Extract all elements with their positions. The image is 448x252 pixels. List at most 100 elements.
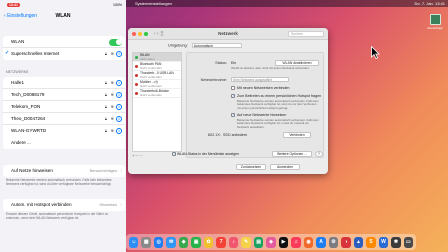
location-select[interactable]: Automatisch bbox=[191, 43, 242, 48]
dock-app-icon[interactable]: ◆ bbox=[178, 236, 189, 248]
dock-app-icon[interactable]: ▲ bbox=[353, 236, 364, 248]
dock: ☺ ▦ ◎ ✉ ◆ ▣ ✿ 7 ♪ ✎ ▤ ◈ ▶ ♫ ◉ A ⚙ ◑ ▲ S W ✱ ▭ bbox=[126, 234, 416, 250]
desktop-icon-label: Recordings bbox=[427, 26, 443, 30]
dock-app-icon[interactable]: ♪ bbox=[228, 236, 239, 248]
dock-app-icon[interactable]: A bbox=[316, 236, 326, 248]
network-row[interactable]: Halle1 🔒︎ ≋ i bbox=[3, 77, 125, 89]
network-row[interactable]: Theo_D0047264 🔒︎ ≋ i bbox=[3, 113, 125, 125]
other-network-label: Andere ... bbox=[11, 140, 31, 145]
eap-value: SSO anfordern bbox=[223, 133, 247, 137]
dock-app-icon[interactable]: ▣ bbox=[191, 236, 201, 248]
chevron-right-icon: › bbox=[120, 168, 122, 174]
menubar-app-name[interactable]: Systemeinstellungen bbox=[135, 1, 172, 6]
apply-button[interactable]: Anwenden bbox=[270, 164, 300, 170]
dock-app-icon[interactable]: ◈ bbox=[266, 236, 276, 248]
network-row[interactable]: Telekom_FON 🔒︎ ≋ i bbox=[3, 101, 125, 113]
show-in-menubar-checkbox[interactable]: ✓ bbox=[172, 152, 176, 157]
ipad-status-bar: 13:41 100% bbox=[4, 3, 124, 9]
networks-list: Halle1 🔒︎ ≋ i Tech_D0088179 🔒︎ ≋ i Telekom_FON 🔒︎… bbox=[3, 77, 125, 137]
lock-icon: 🔒︎ bbox=[104, 51, 107, 56]
service-status: Nicht verbunden bbox=[140, 92, 162, 97]
lock-icon: 🔒︎ bbox=[104, 116, 107, 121]
network-preferences-window: ‹ › ⣿ Netzwerk Suchen Umgebung: Automati… bbox=[128, 28, 328, 174]
dock-app-icon[interactable]: ▶ bbox=[278, 236, 289, 248]
checkmark-icon: ✓ bbox=[5, 51, 10, 56]
dock-app-icon[interactable]: ▭ bbox=[403, 236, 414, 248]
wifi-signal-icon: ≋ bbox=[110, 80, 114, 85]
mouse-cursor-icon bbox=[371, 46, 380, 59]
dock-app-icon[interactable]: ▦ bbox=[141, 236, 151, 248]
status-dot-icon bbox=[135, 65, 138, 68]
network-name: Tech_D0088179 bbox=[11, 92, 45, 97]
network-name-select[interactable]: Kein Netzwerk ausgewählt bbox=[231, 77, 289, 82]
dock-app-icon[interactable]: ✉ bbox=[166, 236, 176, 248]
hotspot-group: Autom. mit Hotspot verbinden Hinweisen › bbox=[3, 199, 125, 211]
ask-join-row[interactable]: Auf Netze hinweisen Benachrichtigen › bbox=[3, 165, 125, 177]
dock-app-icon[interactable]: 7 bbox=[216, 236, 226, 248]
dock-app-icon[interactable]: ☺ bbox=[129, 236, 139, 248]
auto-hotspot-row[interactable]: Autom. mit Hotspot verbinden Hinweisen › bbox=[3, 199, 125, 211]
dock-app-icon[interactable]: S bbox=[366, 236, 376, 248]
connected-network-name: Superschnelles Internet bbox=[11, 51, 60, 56]
other-network-row[interactable]: Andere ... bbox=[3, 137, 125, 149]
chevron-right-icon: › bbox=[120, 202, 122, 208]
help-button[interactable]: ? bbox=[315, 151, 323, 157]
notify-networks-label: Auf neue Netzwerke hinweisen bbox=[237, 113, 287, 117]
dock-app-icon[interactable]: ⚙ bbox=[328, 236, 339, 248]
info-icon[interactable]: i bbox=[116, 116, 122, 122]
desktop-folder-icon[interactable]: Recordings bbox=[427, 14, 443, 30]
network-row[interactable]: Tech_D0088179 🔒︎ ≋ i bbox=[3, 89, 125, 101]
ask-hotspot-note: Bekannte Netzwerke werden automatisch ve… bbox=[237, 99, 319, 110]
service-item[interactable]: Thunderb...0 USB LAN Nicht verbunden bbox=[133, 71, 181, 80]
dock-app-icon[interactable]: ✱ bbox=[391, 236, 401, 248]
wifi-signal-icon: ≋ bbox=[110, 116, 114, 121]
ask-join-value: Benachrichtigen bbox=[89, 169, 117, 173]
battery-status: 100% bbox=[113, 3, 122, 7]
dock-app-icon[interactable]: ◎ bbox=[153, 236, 164, 248]
info-icon[interactable]: i bbox=[116, 128, 122, 134]
info-icon[interactable]: i bbox=[116, 92, 122, 98]
wifi-signal-icon: ≋ bbox=[110, 128, 114, 133]
dock-app-icon[interactable]: ✎ bbox=[241, 236, 251, 248]
eap-label: 802.1X: bbox=[207, 133, 221, 137]
service-item[interactable]: Thunderbolt-Brücke Nicht verbunden bbox=[133, 89, 181, 98]
lock-icon: 🔒︎ bbox=[104, 104, 107, 109]
advanced-button[interactable]: Weitere Optionen ... bbox=[272, 151, 312, 157]
dock-app-icon[interactable]: ▤ bbox=[253, 236, 264, 248]
info-icon[interactable]: i bbox=[116, 104, 122, 110]
lock-icon: 🔒︎ bbox=[104, 128, 107, 133]
service-item[interactable]: Bluetooth PAN Nicht verbunden bbox=[133, 62, 181, 71]
auto-hotspot-label: Autom. mit Hotspot verbinden bbox=[11, 202, 72, 207]
window-titlebar: ‹ › ⣿ Netzwerk Suchen bbox=[128, 28, 328, 40]
dock-app-icon[interactable]: ✿ bbox=[203, 236, 214, 248]
menubar-clock[interactable]: Do. 7. Jan. 13:41 bbox=[415, 1, 445, 6]
join-new-checkbox[interactable] bbox=[231, 86, 235, 90]
ask-hotspot-checkbox[interactable]: ✓ bbox=[231, 94, 235, 98]
dock-app-icon[interactable]: ♫ bbox=[291, 236, 301, 248]
show-in-menubar-label: WLAN-Status in der Menüleiste anzeigen bbox=[176, 152, 239, 156]
ask-join-group: Auf Netze hinweisen Benachrichtigen › bbox=[3, 165, 125, 177]
info-icon[interactable]: i bbox=[116, 51, 122, 57]
eap-connect-button[interactable]: Verbinden bbox=[283, 132, 311, 138]
service-status: Verbunden bbox=[140, 56, 155, 61]
networks-header: NETZWERKE bbox=[6, 70, 29, 74]
service-item[interactable]: WLAN Verbunden bbox=[133, 53, 181, 62]
location-row: Umgebung: Automatisch bbox=[168, 43, 242, 48]
notify-networks-checkbox[interactable]: ✓ bbox=[231, 113, 235, 117]
search-input[interactable]: Suchen bbox=[288, 31, 324, 37]
wlan-toggle[interactable] bbox=[109, 38, 122, 46]
dock-app-icon[interactable]: W bbox=[378, 236, 389, 248]
folder-icon bbox=[429, 14, 441, 25]
info-icon[interactable]: i bbox=[116, 80, 122, 86]
status-dot-icon bbox=[135, 92, 138, 95]
wifi-signal-icon: ≋ bbox=[110, 104, 114, 109]
networks-group: Halle1 🔒︎ ≋ i Tech_D0088179 🔒︎ ≋ i Telekom_FON 🔒︎… bbox=[3, 77, 125, 149]
service-item[interactable]: Mobiler ...rt) Nicht verbunden bbox=[133, 80, 181, 89]
network-row[interactable]: WLAN-GYWRTD 🔒︎ ≋ i bbox=[3, 125, 125, 137]
ask-join-footnote: Bekannte Netzwerke werden automatisch ve… bbox=[6, 178, 112, 186]
dock-app-icon[interactable]: ◑ bbox=[341, 236, 351, 248]
wlan-group: WLAN ✓ Superschnelles Internet 🔒︎ ≋ i bbox=[3, 36, 125, 60]
revert-button[interactable]: Zurücksetzen bbox=[236, 164, 266, 170]
dock-app-icon[interactable]: ◉ bbox=[303, 236, 314, 248]
connected-network-row[interactable]: ✓ Superschnelles Internet 🔒︎ ≋ i bbox=[3, 48, 125, 60]
